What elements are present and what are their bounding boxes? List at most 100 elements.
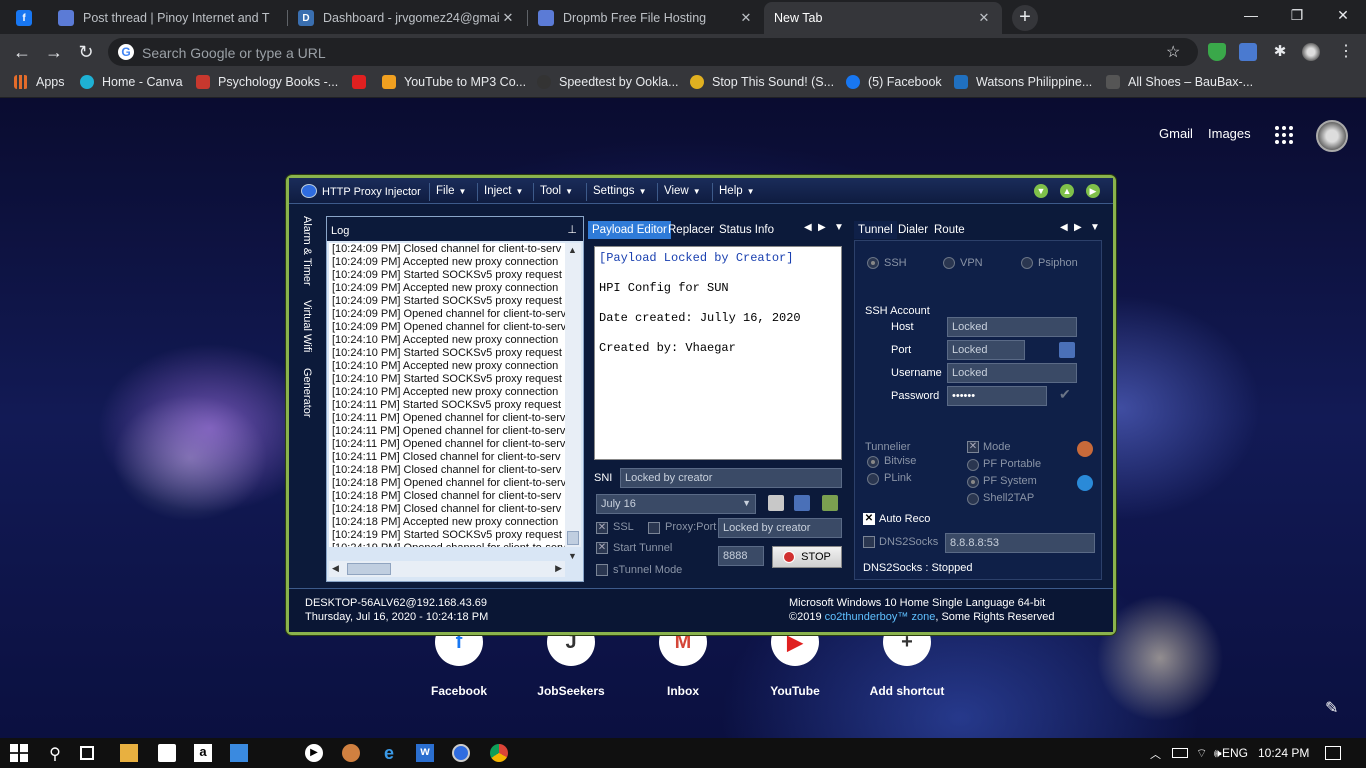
dns2socks-checkbox[interactable] — [863, 536, 875, 548]
sni-input[interactable]: Locked by creator — [620, 468, 842, 488]
bookmark-canva[interactable]: Home - Canva — [80, 75, 183, 89]
media-player-icon[interactable]: ▶ — [305, 744, 323, 762]
close-window-button[interactable]: ✕ — [1320, 0, 1366, 30]
tab-status-info[interactable]: Status Info — [715, 221, 778, 239]
close-tab-icon[interactable]: ✕ — [738, 10, 754, 26]
plink-radio[interactable] — [867, 473, 879, 485]
pf-portable-radio[interactable] — [967, 459, 979, 471]
tab-payload-editor[interactable]: Payload Editor — [588, 221, 671, 239]
tab-generator[interactable]: Generator — [301, 368, 313, 418]
close-tab-icon[interactable]: ✕ — [976, 10, 992, 26]
bookmark-apps[interactable]: Apps — [14, 75, 65, 89]
payload-editor[interactable]: [Payload Locked by Creator] HPI Config f… — [594, 246, 842, 460]
port-input[interactable]: Locked — [947, 340, 1025, 360]
vpn-radio[interactable] — [943, 257, 955, 269]
profile-avatar[interactable] — [1316, 120, 1348, 152]
tab-dialer[interactable]: Dialer — [894, 221, 932, 239]
bookmark-watsons[interactable]: Watsons Philippine... — [954, 75, 1092, 89]
pf-system-radio[interactable] — [967, 476, 979, 488]
tab-replacer[interactable]: Replacer — [664, 221, 718, 239]
username-input[interactable]: Locked — [947, 363, 1077, 383]
menu-help[interactable]: Help ▼ — [712, 183, 761, 201]
network-icon[interactable]: ⌔ — [1196, 746, 1207, 761]
notifications-icon[interactable] — [1325, 746, 1341, 760]
images-link[interactable]: Images — [1208, 126, 1251, 141]
stop-button[interactable]: STOP — [772, 546, 842, 568]
tab-next-icon[interactable]: ▶ — [818, 222, 826, 233]
bookmark-stop-this-sound[interactable]: Stop This Sound! (S... — [690, 75, 834, 89]
menu-kebab-icon[interactable]: ⋮ — [1334, 40, 1358, 64]
omnibox[interactable]: G Search Google or type a URL ☆ — [108, 38, 1198, 66]
search-icon[interactable]: ⚲ — [46, 744, 64, 763]
minimize-icon[interactable]: ▼ — [1034, 184, 1048, 198]
file-explorer-icon[interactable] — [120, 744, 138, 762]
bookmark-baubax[interactable]: All Shoes – BauBax-... — [1106, 75, 1253, 89]
mode-checkbox[interactable]: ✕ — [967, 441, 979, 453]
game-icon[interactable] — [342, 744, 360, 762]
battery-icon[interactable] — [1172, 748, 1188, 758]
mail-icon[interactable] — [230, 744, 248, 762]
local-port-input[interactable]: 8888 — [718, 546, 764, 566]
bookmark-psychology-books[interactable]: Psychology Books -... — [196, 75, 338, 89]
tab-new-tab[interactable]: New Tab ✕ — [764, 2, 1002, 34]
bookmark-youtube[interactable] — [352, 75, 374, 89]
language-indicator[interactable]: ENG — [1222, 746, 1248, 760]
save-icon[interactable] — [794, 495, 810, 511]
tab-dashboard[interactable]: D Dashboard - jrvgomez24@gmail. ✕ — [288, 2, 526, 34]
tray-icon[interactable]: ▶ — [1086, 184, 1100, 198]
tab-prev-icon[interactable]: ◀ — [1060, 222, 1068, 233]
tab-menu-icon[interactable]: ▼ — [834, 222, 844, 233]
menu-settings[interactable]: Settings ▼ — [586, 183, 652, 201]
tab-menu-icon[interactable]: ▼ — [1090, 222, 1100, 233]
ssl-checkbox[interactable]: ✕ — [596, 522, 608, 534]
auto-reco-checkbox[interactable]: ✕ — [863, 513, 875, 525]
restore-button[interactable]: ❐ — [1274, 0, 1320, 30]
windows-start-icon[interactable] — [10, 744, 28, 762]
menu-file[interactable]: File ▼ — [429, 183, 472, 201]
gmail-link[interactable]: Gmail — [1159, 126, 1193, 141]
shell2tap-radio[interactable] — [967, 493, 979, 505]
store-icon[interactable] — [158, 744, 176, 762]
file-icon[interactable] — [768, 495, 784, 511]
refresh-icon[interactable] — [1077, 475, 1093, 491]
forward-arrow-icon[interactable]: → — [42, 40, 66, 64]
password-input[interactable]: •••••• — [947, 386, 1047, 406]
ssh-radio[interactable] — [867, 257, 879, 269]
proxy-input[interactable]: Locked by creator — [718, 518, 842, 538]
log-vertical-scrollbar[interactable]: ▲ ▼ — [565, 243, 581, 561]
back-arrow-icon[interactable]: ← — [10, 40, 34, 64]
minimize-button[interactable]: — — [1228, 0, 1274, 30]
clock[interactable]: 10:24 PM — [1258, 746, 1309, 760]
reload-icon[interactable]: ↻ — [74, 40, 98, 64]
shield-extension-icon[interactable] — [1208, 43, 1226, 61]
word-icon[interactable]: w — [416, 744, 434, 762]
maximize-icon[interactable]: ▲ — [1060, 184, 1074, 198]
stunnel-mode-checkbox[interactable] — [596, 564, 608, 576]
tab-virtual-wifi[interactable]: Virtual Wifi — [301, 300, 313, 352]
google-apps-icon[interactable] — [1275, 126, 1293, 144]
log-horizontal-scrollbar[interactable]: ◀ ▶ — [329, 561, 565, 577]
tab-tunnel[interactable]: Tunnel — [854, 221, 897, 239]
edge-icon[interactable]: e — [380, 744, 398, 762]
volume-icon[interactable]: 🕪 — [1214, 746, 1222, 761]
trash-icon[interactable] — [822, 495, 838, 511]
tab-prev-icon[interactable]: ◀ — [804, 222, 812, 233]
chrome-icon[interactable] — [490, 744, 508, 762]
pin-icon[interactable]: ⊥ — [567, 223, 577, 236]
pinned-tab-facebook[interactable]: f — [6, 2, 32, 34]
close-tab-icon[interactable]: ✕ — [500, 10, 516, 26]
new-tab-button[interactable]: + — [1012, 5, 1038, 31]
bitvise-radio[interactable] — [867, 456, 879, 468]
customize-pencil-icon[interactable]: ✎ — [1325, 698, 1338, 718]
tab-dropmb[interactable]: Dropmb Free File Hosting ✕ — [528, 2, 764, 34]
save-icon[interactable] — [1059, 342, 1075, 358]
start-tunnel-checkbox[interactable]: ✕ — [596, 542, 608, 554]
proxy-port-checkbox[interactable] — [648, 522, 660, 534]
bookmark-speedtest[interactable]: Speedtest by Ookla... — [537, 75, 679, 89]
chevron-up-icon[interactable]: ︿ — [1150, 746, 1161, 762]
alarm-icon[interactable] — [1077, 441, 1093, 457]
tab-post-thread[interactable]: Post thread | Pinoy Internet and T — [48, 2, 284, 34]
profile-avatar[interactable] — [1302, 43, 1320, 61]
dns-input[interactable]: 8.8.8.8:53 — [945, 533, 1095, 553]
tab-next-icon[interactable]: ▶ — [1074, 222, 1082, 233]
